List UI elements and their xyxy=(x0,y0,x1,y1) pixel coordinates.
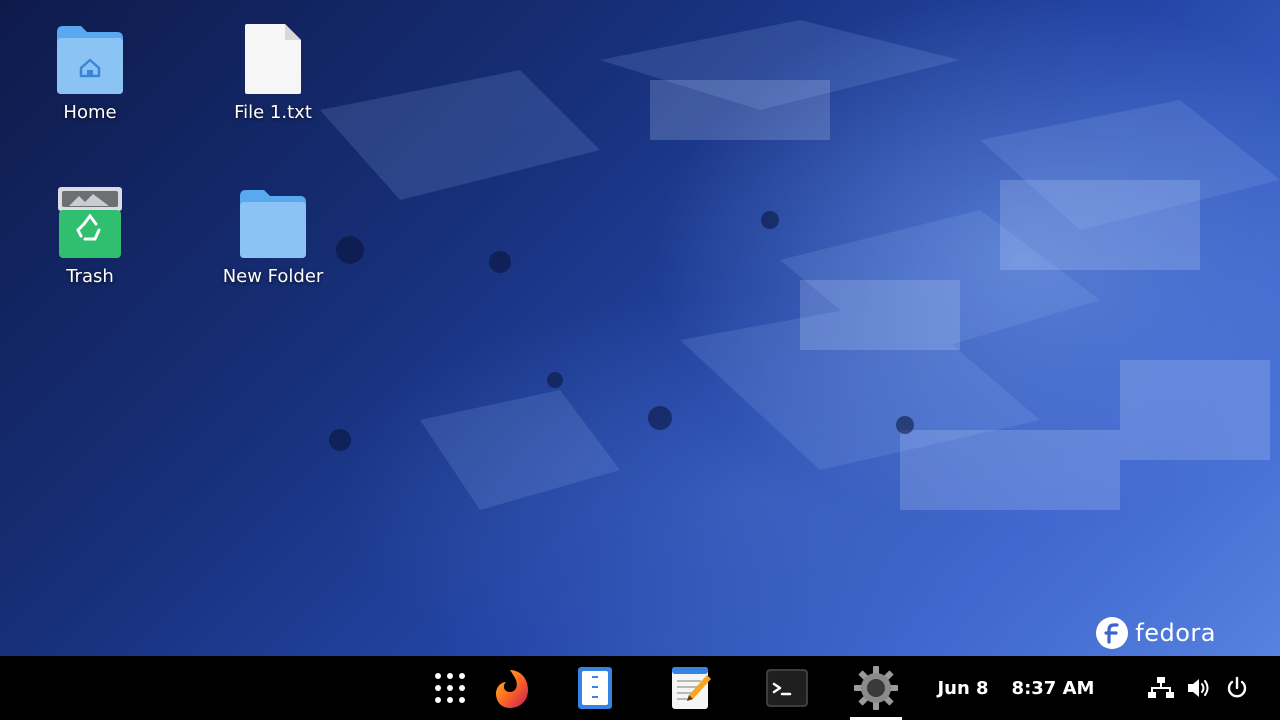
terminal-icon xyxy=(766,669,808,707)
folder-icon xyxy=(237,182,309,260)
clock-time[interactable]: 8:37 AM xyxy=(1006,656,1100,720)
trash-icon xyxy=(54,182,126,260)
firefox-icon xyxy=(496,670,528,708)
network-button[interactable] xyxy=(1146,656,1176,720)
desktop-icon-label: File 1.txt xyxy=(234,102,312,123)
file-manager-button[interactable] xyxy=(570,656,620,720)
text-editor-icon xyxy=(672,667,711,709)
desktop-icon-new-folder[interactable]: New Folder xyxy=(208,182,338,287)
desktop-icon-file[interactable]: File 1.txt xyxy=(208,18,338,123)
desktop-icon-label: New Folder xyxy=(222,266,324,287)
power-icon xyxy=(1227,676,1247,698)
desktop-icon-label: Trash xyxy=(66,266,114,287)
settings-button[interactable] xyxy=(846,656,906,720)
volume-icon xyxy=(1188,679,1209,697)
power-button[interactable] xyxy=(1222,656,1252,720)
volume-button[interactable] xyxy=(1184,656,1214,720)
home-folder-icon xyxy=(54,18,126,96)
app-grid-icon xyxy=(435,673,465,703)
desktop: Home File 1.txt Trash New Folder fedora xyxy=(0,0,1280,656)
fedora-logo: fedora xyxy=(1095,616,1216,650)
taskbar: Jun 8 8:37 AM xyxy=(0,656,1280,720)
terminal-button[interactable] xyxy=(762,656,812,720)
firefox-button[interactable] xyxy=(486,656,534,720)
desktop-icon-home[interactable]: Home xyxy=(25,18,155,123)
file-manager-icon xyxy=(578,667,612,709)
fedora-wordmark: fedora xyxy=(1135,619,1216,647)
text-editor-button[interactable] xyxy=(666,656,716,720)
clock-date[interactable]: Jun 8 xyxy=(930,656,996,720)
settings-gear-icon xyxy=(854,666,898,710)
wallpaper-city-illustration xyxy=(320,20,1280,510)
network-icon xyxy=(1148,677,1174,698)
fedora-logo-icon xyxy=(1096,617,1129,649)
text-file-icon xyxy=(237,18,309,96)
app-grid-button[interactable] xyxy=(426,656,474,720)
desktop-icon-trash[interactable]: Trash xyxy=(25,182,155,287)
desktop-icon-label: Home xyxy=(63,102,117,123)
